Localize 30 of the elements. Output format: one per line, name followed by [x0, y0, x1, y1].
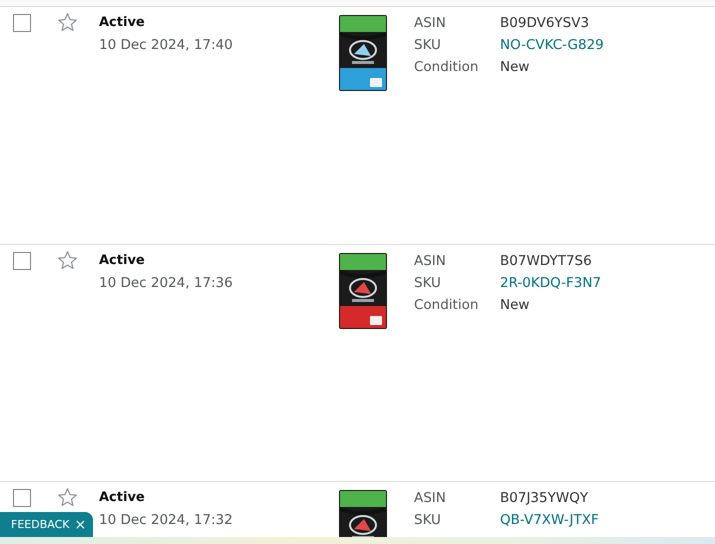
sku-link[interactable]: NO-CVKC-G829	[500, 34, 604, 56]
sku-link[interactable]: 2R-0KDQ-F3N7	[500, 272, 602, 294]
close-icon[interactable]: ×	[74, 518, 86, 532]
sku-link[interactable]: QB-V7XW-JTXF	[500, 509, 599, 531]
listing-date: 10 Dec 2024, 17:40	[99, 36, 233, 55]
listing-date: 10 Dec 2024, 17:36	[99, 274, 233, 293]
field-label: ASIN	[414, 252, 446, 271]
star-icon[interactable]	[57, 250, 78, 271]
field-label: SKU	[414, 36, 441, 55]
feedback-button[interactable]: FEEDBACK ×	[0, 512, 93, 537]
field-label: SKU	[414, 511, 441, 530]
field-value: B09DV6YSV3	[500, 14, 590, 33]
checkbox[interactable]	[13, 252, 31, 270]
listing-status: Active	[99, 489, 145, 507]
field-label: SKU	[414, 274, 441, 293]
star-icon[interactable]	[57, 487, 78, 508]
field-label: ASIN	[414, 489, 446, 508]
field-value: New	[500, 296, 530, 315]
checkbox[interactable]	[13, 489, 31, 507]
field-value: B07J35YWQY	[500, 489, 588, 508]
checkbox[interactable]	[13, 14, 31, 32]
field-label: Condition	[414, 296, 478, 315]
listing-status: Active	[99, 252, 145, 270]
field-value: B07WDYT7S6	[500, 252, 592, 271]
star-icon[interactable]	[57, 12, 78, 33]
field-label: Condition	[414, 58, 478, 77]
field-value: New	[500, 58, 530, 77]
listing-date: 10 Dec 2024, 17:32	[99, 511, 233, 530]
listing-status: Active	[99, 14, 145, 32]
field-label: ASIN	[414, 14, 446, 33]
